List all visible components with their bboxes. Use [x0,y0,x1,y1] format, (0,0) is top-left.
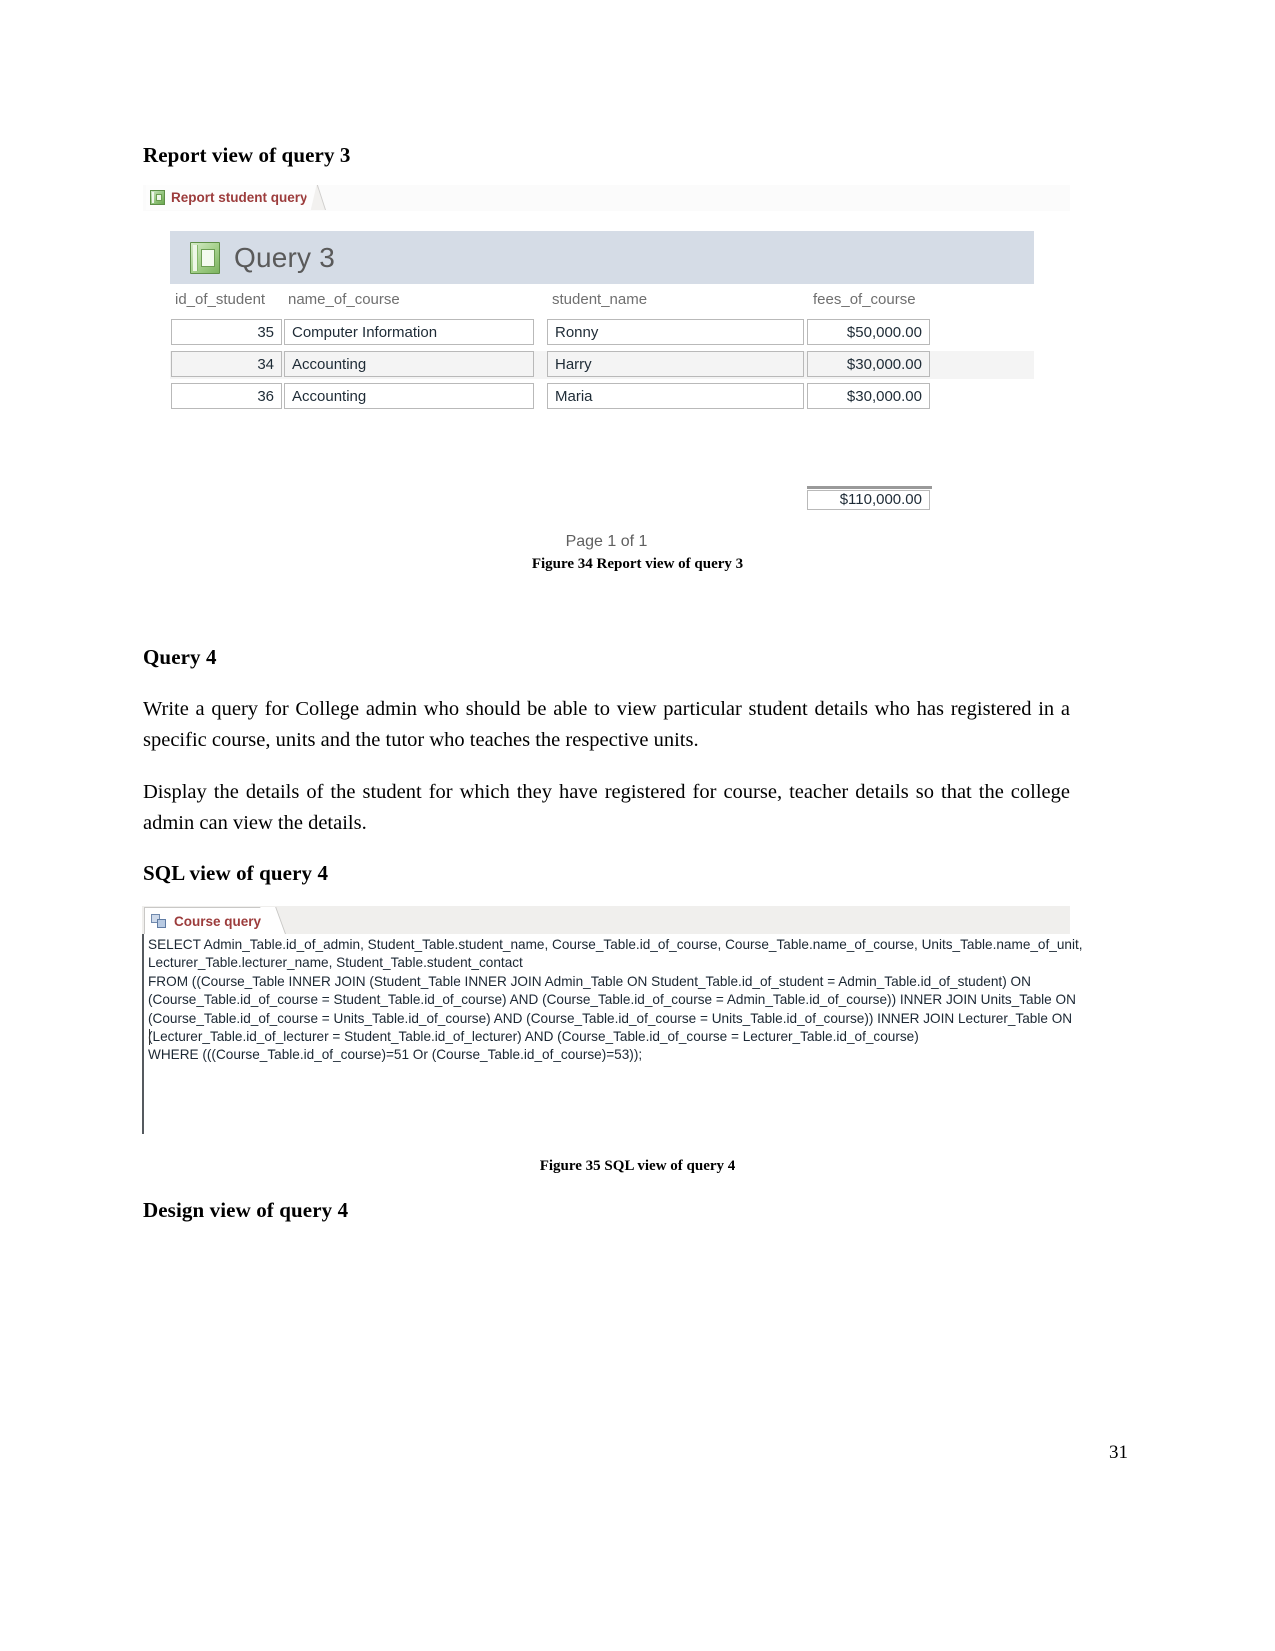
heading-query4: Query 4 [143,645,217,669]
heading-report-view-query3: Report view of query 3 [143,143,351,167]
report-tab-strip: Report student query [143,185,1070,212]
cell-id-of-student: 34 [171,351,282,377]
sql-tab-strip: Course query [142,906,1070,935]
report-total-separator [807,486,932,489]
page-number: 31 [1109,1442,1128,1463]
paragraph-query4-2: Display the details of the student for w… [143,781,1070,834]
sql-tab-label: Course query [174,913,262,929]
cell-name-of-course: Accounting [284,351,534,377]
report-page-footer: Page 1 of 1 [565,533,648,550]
column-header-id-of-student: id_of_student [175,291,266,308]
access-sql-screenshot: Course query SELECT Admin_Table.id_of_ad… [142,906,1083,1134]
report-title-icon [190,241,220,274]
cell-id-of-student: 36 [171,383,282,409]
report-object-icon [150,190,165,205]
cell-id-of-student: 35 [171,319,282,345]
column-header-fees-of-course: fees_of_course [813,291,916,308]
report-tab-label: Report student query [171,190,308,205]
report-body: Query 3 id_of_student name_of_course stu… [143,211,1070,550]
report-title: Query 3 [234,241,335,273]
paragraph-query4-1: Write a query for College admin who shou… [143,698,1070,751]
cell-fees-of-course: $50,000.00 [807,319,930,345]
heading-sql-view-query4: SQL view of query 4 [143,861,329,885]
sql-document-tab[interactable]: Course query [144,907,273,934]
query-object-icon [151,913,167,929]
cell-fees-of-course: $30,000.00 [807,383,930,409]
report-document-tab[interactable]: Report student query [146,185,318,210]
document-page: Report view of query 3 Report student qu… [0,0,1275,1651]
cell-student-name: Harry [547,351,804,377]
table-row: 34 Accounting Harry $30,000.00 [170,351,1034,379]
table-row: 36 Accounting Maria $30,000.00 [170,383,1034,411]
cell-fees-of-course: $30,000.00 [807,351,930,377]
heading-design-view-query4: Design view of query 4 [143,1198,349,1222]
cell-name-of-course: Computer Information [284,319,534,345]
cell-student-name: Maria [547,383,804,409]
report-column-headers: id_of_student name_of_course student_nam… [170,291,1034,313]
table-row: 35 Computer Information Ronny $50,000.00 [170,319,1034,347]
report-title-band: Query 3 [170,231,1034,284]
figure-35-caption: Figure 35 SQL view of query 4 [539,1158,736,1174]
sql-editor-pane[interactable]: SELECT Admin_Table.id_of_admin, Student_… [142,934,1083,1134]
column-header-name-of-course: name_of_course [288,291,400,308]
access-report-screenshot: Report student query Query 3 id_of_stude… [143,185,1070,550]
sql-statement-text: SELECT Admin_Table.id_of_admin, Student_… [148,937,1083,1063]
cell-name-of-course: Accounting [284,383,534,409]
cell-student-name: Ronny [547,319,804,345]
sql-text-caret [149,1029,150,1045]
figure-34-caption: Figure 34 Report view of query 3 [531,556,744,572]
report-total-value: $110,000.00 [807,490,930,510]
column-header-student-name: student_name [552,291,648,308]
